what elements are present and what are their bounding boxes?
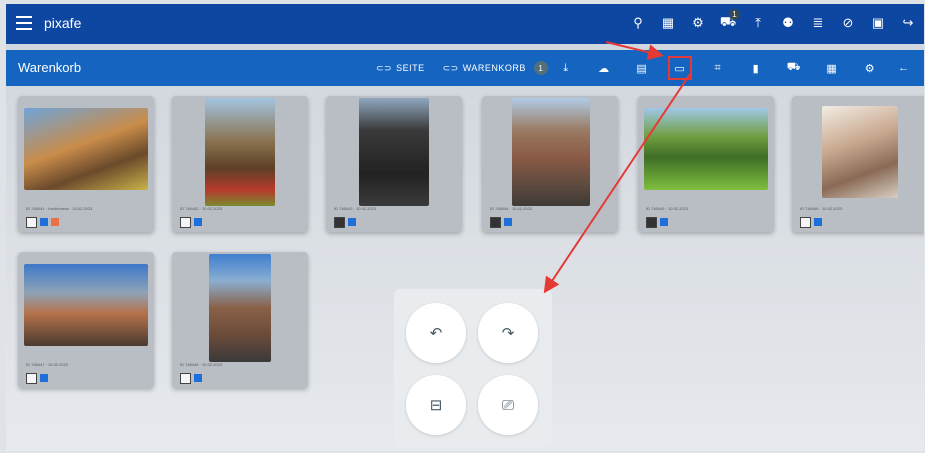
select-checkbox[interactable]	[334, 217, 345, 228]
action-popup: ↶ ↷ ⊟ ⎚	[394, 289, 552, 447]
rotate-right-icon[interactable]: ↷	[478, 303, 538, 363]
crop-icon[interactable]: ⌗	[708, 58, 728, 78]
image-caption: ID 748447 · 10.02.2023	[26, 362, 69, 367]
tag-icon[interactable]	[814, 218, 822, 226]
image-thumbnail[interactable]	[512, 98, 590, 206]
tag-icon[interactable]	[40, 374, 48, 382]
app-frame: pixafe ⚲ ▦ ⚙ ⛟ 1 ⤒ ⚉ ≣ ⊘ ▣ ↪ Warenkorb ⊂⊃…	[6, 4, 924, 451]
tag-icon[interactable]	[194, 374, 202, 382]
select-cart-label: WARENKORB	[462, 63, 526, 73]
image-card[interactable]: ID 748444 · 10.02.2023	[482, 96, 618, 232]
tag-icon[interactable]	[40, 218, 48, 226]
select-checkbox[interactable]	[800, 217, 811, 228]
upload-icon[interactable]: ⤒	[748, 13, 768, 33]
book-icon[interactable]: ▣	[868, 13, 888, 33]
toolbar-actions: ⊂⊃ SEITE ⊂⊃ WARENKORB 1 ⤓ ☁ ▤ ▭ ⌗ ▮ ⛟ ▦ ⚙ …	[376, 56, 914, 80]
image-card[interactable]: ID 748447 · 10.02.2023	[18, 252, 154, 388]
app-title: pixafe	[44, 15, 82, 31]
top-app-bar: pixafe ⚲ ▦ ⚙ ⛟ 1 ⤒ ⚉ ≣ ⊘ ▣ ↪	[6, 4, 924, 44]
select-checkbox[interactable]	[180, 373, 191, 384]
image-card[interactable]: ID 748441 · Hochformat · 10.02.2023	[18, 96, 154, 232]
cart-badge: 1	[729, 9, 740, 20]
image-caption: ID 748448 · 10.02.2023	[180, 362, 223, 367]
image-thumbnail[interactable]	[24, 108, 148, 190]
select-checkbox[interactable]	[180, 217, 191, 228]
toggle-icon: ⊂⊃	[442, 62, 459, 73]
image-caption: ID 748443 · 10.02.2023	[334, 206, 377, 211]
download-icon[interactable]: ⤓	[556, 58, 576, 78]
tag-icon[interactable]	[660, 218, 668, 226]
tag-icon[interactable]	[504, 218, 512, 226]
database-icon[interactable]: ≣	[808, 13, 828, 33]
rotate-left-icon[interactable]: ↶	[406, 303, 466, 363]
grid-icon[interactable]: ▦	[658, 13, 678, 33]
image-card[interactable]: ID 748448 · 10.02.2023	[172, 252, 308, 388]
image-thumbnail[interactable]	[822, 106, 898, 198]
image-caption: ID 748445 · 10.02.2023	[646, 206, 689, 211]
image-card[interactable]: ID 748446 · 10.02.2023	[792, 96, 924, 232]
calendar-icon[interactable]: ▦	[822, 58, 842, 78]
back-arrow-icon[interactable]: ←	[894, 58, 914, 78]
frame-icon[interactable]: ⊟	[406, 375, 466, 435]
remove-from-cart-icon[interactable]: ⛟	[784, 58, 804, 78]
image-caption: ID 748442 · 10.02.2023	[180, 206, 223, 211]
toggle-icon: ⊂⊃	[376, 62, 393, 73]
select-checkbox[interactable]	[490, 217, 501, 228]
search-icon[interactable]: ⚲	[628, 13, 648, 33]
logout-icon[interactable]: ↪	[898, 13, 918, 33]
cloud-upload-icon[interactable]: ☁	[594, 58, 614, 78]
cart-toolbar: Warenkorb ⊂⊃ SEITE ⊂⊃ WARENKORB 1 ⤓ ☁ ▤ ▭ …	[6, 50, 924, 86]
image-thumbnail[interactable]	[359, 98, 429, 206]
select-page-button[interactable]: ⊂⊃ SEITE	[376, 58, 425, 78]
monitor-settings-icon[interactable]: ⎚	[478, 375, 538, 435]
page-title: Warenkorb	[18, 60, 82, 75]
image-thumbnail[interactable]	[209, 254, 271, 362]
image-thumbnail[interactable]	[205, 98, 275, 206]
menu-icon[interactable]	[16, 16, 32, 30]
image-thumbnail[interactable]	[644, 108, 768, 190]
image-card[interactable]: ID 748442 · 10.02.2023	[172, 96, 308, 232]
top-actions: ⚲ ▦ ⚙ ⛟ 1 ⤒ ⚉ ≣ ⊘ ▣ ↪	[628, 9, 918, 33]
tag-icon[interactable]	[194, 218, 202, 226]
check-circle-icon[interactable]: ⊘	[838, 13, 858, 33]
select-checkbox[interactable]	[26, 217, 37, 228]
image-caption: ID 748444 · 10.02.2023	[490, 206, 533, 211]
tag-icon[interactable]	[348, 218, 356, 226]
tag-icon[interactable]	[51, 218, 59, 226]
cart-icon[interactable]: ⛟ 1	[718, 9, 740, 33]
image-thumbnail[interactable]	[24, 264, 148, 346]
image-caption: ID 748446 · 10.02.2023	[800, 206, 843, 211]
image-card[interactable]: ID 748445 · 10.02.2023	[638, 96, 774, 232]
select-checkbox[interactable]	[646, 217, 657, 228]
select-checkbox[interactable]	[26, 373, 37, 384]
monitor-icon[interactable]: ▭	[667, 56, 692, 80]
cart-count-badge: 1	[533, 61, 548, 75]
select-cart-button[interactable]: ⊂⊃ WARENKORB	[443, 58, 526, 78]
gear-icon[interactable]: ⚙	[688, 13, 708, 33]
document-icon[interactable]: ▤	[632, 58, 652, 78]
users-icon[interactable]: ⚉	[778, 13, 798, 33]
settings-icon[interactable]: ⚙	[860, 58, 880, 78]
delete-icon[interactable]: ▮	[746, 58, 766, 78]
image-card[interactable]: ID 748443 · 10.02.2023	[326, 96, 462, 232]
select-page-label: SEITE	[396, 63, 425, 73]
image-caption: ID 748441 · Hochformat · 10.02.2023	[26, 206, 93, 211]
